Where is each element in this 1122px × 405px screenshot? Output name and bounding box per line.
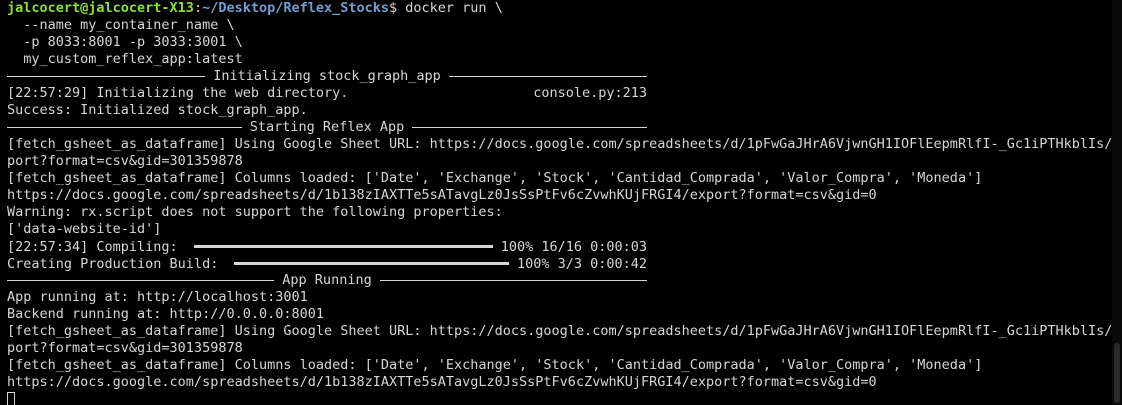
init-log-line: [22:57:29] Initializing the web director… xyxy=(7,85,647,102)
prompt-symbol: $ xyxy=(389,0,398,16)
progress-bar xyxy=(193,245,493,248)
rule-divider xyxy=(448,76,648,77)
progress-stats: 100% 3/3 0:00:42 xyxy=(516,255,647,272)
progress-stats: 100% 16/16 0:00:03 xyxy=(500,238,647,255)
output-line: [fetch_gsheet_as_dataframe] Using Google… xyxy=(7,323,1122,339)
output-line: port?format=csv&gid=301359878 xyxy=(7,340,243,356)
scrollbar-thumb[interactable] xyxy=(1114,343,1120,403)
section-rule-init: Initializing stock_graph_app xyxy=(7,68,648,85)
log-source: console.py:213 xyxy=(533,85,647,101)
rule-divider xyxy=(379,280,647,281)
prompt-separator: : xyxy=(193,0,203,16)
section-title: App Running xyxy=(282,272,372,288)
progress-label: [22:57:34] Compiling: xyxy=(7,238,186,255)
section-title: Starting Reflex App xyxy=(249,119,405,135)
rule-divider xyxy=(412,127,647,128)
output-line: App running at: http://localhost:3001 xyxy=(7,289,308,305)
output-line: Warning: rx.script does not support the … xyxy=(7,204,503,220)
output-line: ['data-website-id'] xyxy=(7,221,162,237)
prompt-user: jalcocert@jalcocert-X13 xyxy=(7,0,194,16)
terminal-scrollbar[interactable] xyxy=(1112,0,1122,405)
output-line: [fetch_gsheet_as_dataframe] Columns load… xyxy=(7,357,983,373)
prompt-command: docker run \ xyxy=(397,0,503,16)
command-arg-line: my_custom_reflex_app:latest xyxy=(7,51,243,67)
progress-label: Creating Production Build: xyxy=(7,255,227,272)
section-rule-starting: Starting Reflex App xyxy=(7,119,647,136)
terminal-cursor xyxy=(7,392,15,405)
output-line: port?format=csv&gid=301359878 xyxy=(7,153,243,169)
progress-bar xyxy=(234,262,509,265)
progress-compiling: [22:57:34] Compiling: 100% 16/16 0:00:03 xyxy=(7,238,647,255)
rule-divider xyxy=(7,76,206,77)
output-line: https://docs.google.com/spreadsheets/d/1… xyxy=(7,187,877,203)
output-line: [fetch_gsheet_as_dataframe] Using Google… xyxy=(7,136,1122,152)
output-line: Backend running at: http://0.0.0.0:8001 xyxy=(7,306,324,322)
command-arg-line: -p 8033:8001 -p 3033:3001 \ xyxy=(7,34,243,50)
cursor-line[interactable] xyxy=(7,391,1122,405)
terminal-window[interactable]: jalcocert@jalcocert-X13:~/Desktop/Reflex… xyxy=(0,0,1122,405)
prompt-path: ~/Desktop/Reflex_Stocks xyxy=(202,0,390,16)
section-title: Initializing stock_graph_app xyxy=(213,68,441,84)
progress-production-build: Creating Production Build: 100% 3/3 0:00… xyxy=(7,255,647,272)
output-line: [fetch_gsheet_as_dataframe] Columns load… xyxy=(7,170,983,186)
command-arg-line: --name my_container_name \ xyxy=(7,17,235,33)
success-line: Success: Initialized stock_graph_app. xyxy=(7,102,308,118)
section-rule-running: App Running xyxy=(7,272,647,289)
rule-divider xyxy=(7,280,275,281)
command-prompt-line: jalcocert@jalcocert-X13:~/Desktop/Reflex… xyxy=(7,0,1122,17)
rule-divider xyxy=(7,127,242,128)
output-line: https://docs.google.com/spreadsheets/d/1… xyxy=(7,374,877,390)
log-message: [22:57:29] Initializing the web director… xyxy=(7,85,349,101)
